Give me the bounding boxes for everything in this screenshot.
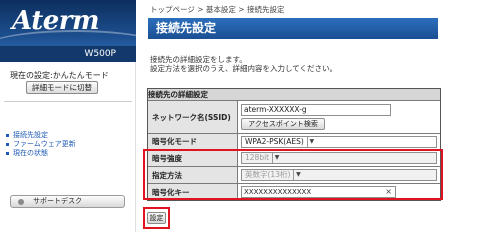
access-point-search-button[interactable]: アクセスポイント検索 <box>241 118 325 130</box>
ssid-row: ネットワーク名(SSID) aterm-XXXXXX-g アクセスポイント検索 <box>148 100 440 133</box>
description-line-2: 設定方法を選択のうえ、詳細内容を入力してください。 <box>150 64 338 73</box>
bullet-icon <box>6 142 9 146</box>
page-description: 接続先の詳細設定をします。 設定方法を選択のうえ、詳細内容を入力してください。 <box>150 55 337 73</box>
nav-item-firmware-update[interactable]: ファームウェア更新 <box>6 140 76 149</box>
logo-band: Aterm <box>0 0 136 52</box>
support-desk-button[interactable]: サポートデスク <box>10 195 125 208</box>
ssid-input[interactable]: aterm-XXXXXX-g <box>241 104 391 116</box>
nav-item-current-status[interactable]: 現在の状態 <box>6 149 76 158</box>
page-title: 接続先設定 <box>148 18 438 39</box>
nav-item-connection-settings[interactable]: 接続先設定 <box>6 131 76 140</box>
sidebar-divider <box>4 101 132 102</box>
submit-highlight-box: 設定 <box>143 207 170 229</box>
sidebar: Aterm W500P 現在の設定:かんたんモード 詳細モードに切替 接続先設定… <box>0 0 136 232</box>
current-mode-text: 現在の設定:かんたんモード <box>10 71 109 80</box>
sidebar-nav: 接続先設定 ファームウェア更新 現在の状態 <box>6 131 76 158</box>
chevron-down-icon: ▼ <box>306 136 316 147</box>
bullet-icon <box>6 151 9 155</box>
encryption-mode-value: WPA2-PSK(AES) <box>245 136 304 146</box>
ssid-value-cell: aterm-XXXXXX-g アクセスポイント検索 <box>238 101 440 133</box>
router-settings-page: Aterm W500P 現在の設定:かんたんモード 詳細モードに切替 接続先設定… <box>0 0 500 232</box>
bullet-icon <box>6 133 9 137</box>
support-desk-label: サポートデスク <box>33 197 82 205</box>
switch-to-advanced-mode-button[interactable]: 詳細モードに切替 <box>26 81 98 94</box>
description-line-1: 接続先の詳細設定をします。 <box>150 55 247 64</box>
encryption-mode-cell: WPA2-PSK(AES) ▼ <box>238 134 440 149</box>
encryption-mode-label: 暗号化モード <box>148 134 238 149</box>
encryption-mode-select[interactable]: WPA2-PSK(AES) ▼ <box>241 135 437 148</box>
settings-table-header: 接続先の詳細設定 <box>148 89 440 100</box>
model-name: W500P <box>0 46 136 62</box>
ssid-label: ネットワーク名(SSID) <box>148 101 238 133</box>
encryption-mode-row: 暗号化モード WPA2-PSK(AES) ▼ <box>148 133 440 149</box>
support-dot-icon <box>18 199 24 205</box>
aterm-logo: Aterm <box>12 6 99 36</box>
highlight-box <box>143 149 443 200</box>
submit-button[interactable]: 設定 <box>147 212 166 224</box>
breadcrumb: トップページ > 基本設定 > 接続先設定 <box>150 5 285 14</box>
nav-item-label: 現在の状態 <box>13 149 48 157</box>
nav-item-label: ファームウェア更新 <box>13 140 76 148</box>
nav-item-label: 接続先設定 <box>13 131 48 139</box>
